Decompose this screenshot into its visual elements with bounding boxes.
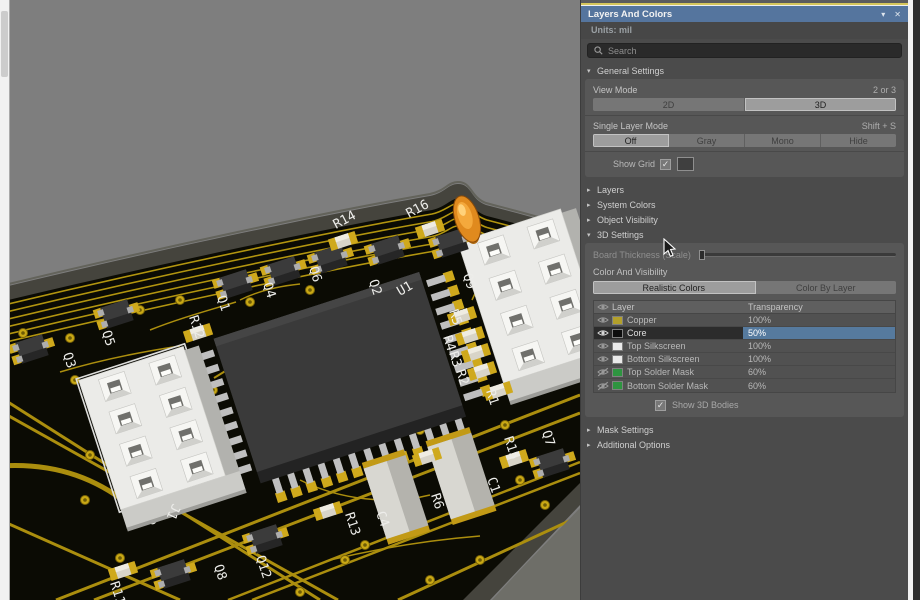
layer-color-swatch[interactable] [612,381,623,390]
layer-transparency[interactable]: 100% [743,314,895,326]
layer-transparency[interactable]: 100% [743,353,895,365]
segment-option-3d[interactable]: 3D [745,98,896,111]
eye-visible-icon[interactable] [594,315,612,325]
left-scrollbar[interactable] [0,0,10,600]
layers-and-colors-panel: Layers And Colors ▾ ✕ Units: mil Search … [580,0,908,600]
panel-menu-icon[interactable]: ▾ [881,10,885,19]
layer-row-top-solder-mask[interactable]: Top Solder Mask60% [594,366,895,379]
segment-option-gray[interactable]: Gray [669,134,745,147]
segment-option-realistic-colors[interactable]: Realistic Colors [593,281,756,294]
segment-option-off[interactable]: Off [593,134,669,147]
collapse-arrow-icon [587,441,597,449]
layer-transparency[interactable]: 100% [743,340,895,352]
view-mode-label: View Mode [593,85,637,95]
layer-transparency[interactable]: 60% [743,379,895,392]
layer-name: Copper [627,315,743,325]
layer-name: Top Solder Mask [627,367,743,377]
board-thickness-slider[interactable] [699,253,896,257]
transparency-column-header: Transparency [743,301,895,313]
panel-title: Layers And Colors [588,9,672,20]
units-label: Units: mil [581,22,908,39]
section-general-settings[interactable]: General Settings [581,63,908,78]
layer-transparency[interactable]: 50% [743,327,895,339]
section-object-visibility[interactable]: Object Visibility [581,212,908,227]
left-scrollbar-thumb[interactable] [1,11,8,77]
layer-row-copper[interactable]: Copper100% [594,314,895,327]
search-icon [594,46,603,55]
collapse-arrow-icon [587,201,597,209]
pcb-3d-viewport[interactable]: U1J1C4C1Q3Q5Q1Q4Q6Q2Q9Q7Q12Q8R14R16R12R5… [0,0,580,600]
show-3d-bodies-checkbox[interactable]: ✓ [655,400,666,411]
eye-visible-icon[interactable] [594,341,612,351]
layer-color-swatch[interactable] [612,342,623,351]
workspace-edge [913,0,920,600]
layer-table-header: Layer Transparency [594,301,895,314]
segment-option-hide[interactable]: Hide [821,134,896,147]
single-layer-mode-label: Single Layer Mode [593,121,668,131]
collapse-arrow-icon [587,231,597,239]
general-settings-group: View Mode 2 or 3 2D3D Single Layer Mode … [585,79,904,177]
section-3d-settings[interactable]: 3D Settings [581,227,908,242]
layer-column-header: Layer [612,302,743,312]
search-placeholder: Search [608,46,637,56]
panel-close-icon[interactable]: ✕ [894,10,901,19]
single-layer-mode-segment: OffGrayMonoHide [593,134,896,147]
eye-visible-icon[interactable] [594,354,612,364]
show-3d-bodies-label: Show 3D Bodies [672,400,739,410]
collapse-arrow-icon [587,216,597,224]
color-visibility-label: Color And Visibility [593,266,896,279]
altium-pcb-workspace: U1J1C4C1Q3Q5Q1Q4Q6Q2Q9Q7Q12Q8R14R16R12R5… [0,0,920,600]
layer-row-bottom-silkscreen[interactable]: Bottom Silkscreen100% [594,353,895,366]
segment-option-color-by-layer[interactable]: Color By Layer [756,281,896,294]
show-grid-checkbox[interactable]: ✓ [660,159,671,170]
eye-visible-icon[interactable] [594,328,612,338]
eye-hidden-icon[interactable] [594,367,612,377]
visibility-eye-icon[interactable] [594,302,612,312]
section-mask-settings[interactable]: Mask Settings [581,422,908,437]
view-mode-shortcut: 2 or 3 [873,85,896,95]
layer-row-bottom-solder-mask[interactable]: Bottom Solder Mask60% [594,379,895,392]
layer-name: Core [627,328,743,338]
section-layers[interactable]: Layers [581,182,908,197]
layer-row-top-silkscreen[interactable]: Top Silkscreen100% [594,340,895,353]
section-system-colors[interactable]: System Colors [581,197,908,212]
show-grid-label: Show Grid [593,159,655,169]
collapse-arrow-icon [587,426,597,434]
collapse-arrow-icon [587,186,597,194]
segment-option-mono[interactable]: Mono [745,134,821,147]
eye-hidden-icon[interactable] [594,381,612,391]
layer-row-core[interactable]: Core50% [594,327,895,340]
board-thickness-label: Board Thickness (Scale) [593,250,691,260]
layer-name: Bottom Silkscreen [627,354,743,364]
board-thickness-slider-thumb[interactable] [699,250,705,260]
3d-settings-group: Board Thickness (Scale) Color And Visibi… [585,243,904,417]
search-input[interactable]: Search [587,43,902,58]
color-visibility-segment: Realistic ColorsColor By Layer [593,281,896,294]
collapse-arrow-icon [587,67,597,75]
layer-name: Bottom Solder Mask [627,381,743,391]
section-additional-options[interactable]: Additional Options [581,437,908,452]
grid-color-swatch[interactable] [677,157,694,171]
panel-header[interactable]: Layers And Colors ▾ ✕ [581,6,908,22]
layer-color-swatch[interactable] [612,368,623,377]
layer-table: Layer Transparency Copper100% Core50% To… [593,300,896,393]
layer-transparency[interactable]: 60% [743,366,895,378]
segment-option-2d[interactable]: 2D [593,98,745,111]
single-layer-mode-shortcut: Shift + S [862,121,896,131]
layer-name: Top Silkscreen [627,341,743,351]
layer-color-swatch[interactable] [612,355,623,364]
layer-color-swatch[interactable] [612,316,623,325]
view-mode-segment: 2D3D [593,98,896,111]
layer-color-swatch[interactable] [612,329,623,338]
